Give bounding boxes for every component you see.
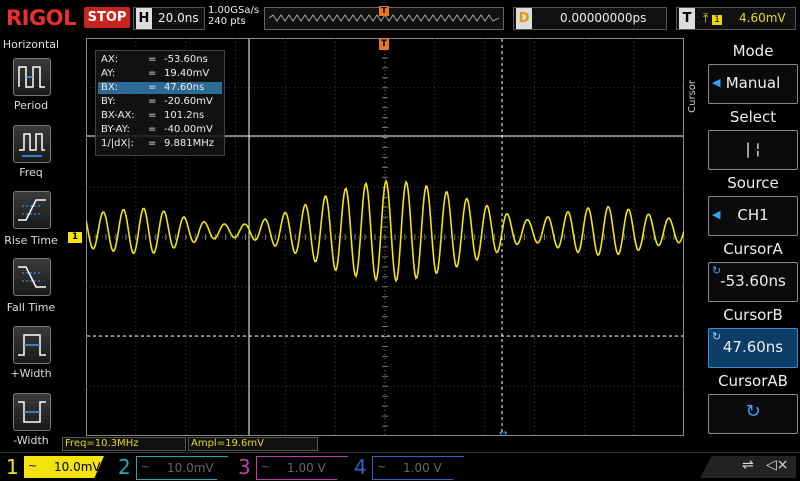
cursor-ab-knob[interactable]: ↻ — [708, 394, 798, 434]
ch2-scale: 10.0mV — [167, 461, 214, 475]
delay-key: D — [516, 8, 532, 29]
cursor-a-title: CursorA — [723, 240, 783, 258]
fall-time-label: Fall Time — [6, 301, 56, 314]
source-selector[interactable]: ◀ CH1 — [708, 196, 798, 236]
horizontal-timebase[interactable]: H 20.0ns — [133, 7, 205, 30]
cursor-b-knob[interactable]: ↻ 47.60ns — [708, 328, 798, 368]
ampl-measurement[interactable]: Ampl=19.6mV — [188, 437, 318, 451]
memory-depth: 240 pts — [208, 16, 246, 27]
rise-time-label: Rise Time — [4, 234, 58, 247]
ch4-setting[interactable]: ~ 1.00 V — [372, 456, 464, 480]
ch3-number[interactable]: 3 — [238, 455, 251, 479]
status-icon-tray: ⇌ ◁× — [700, 456, 796, 478]
usb-icon: ⇌ — [742, 457, 754, 473]
channel-status-bar: 1 ~ 10.0mV 2 ~ 10.0mV 3 ~ 1.00 V 4 ~ 1.0… — [0, 452, 800, 481]
delay-value: 0.00000000ps — [560, 11, 647, 25]
run-stop-indicator[interactable]: STOP — [84, 7, 130, 28]
fall-time-icon — [18, 266, 46, 288]
select-value: | ¦ — [745, 140, 761, 158]
rise-time-button[interactable] — [13, 191, 51, 229]
menu-vertical-label: Cursor — [687, 80, 698, 113]
cursor-b-value: 47.60ns — [722, 338, 784, 356]
cursor-menu: Cursor Mode ◀ Manual Select | ¦ Source ◀… — [686, 38, 800, 452]
ch2-number[interactable]: 2 — [118, 455, 131, 479]
edge-trigger-icon: ⤒ 1 — [703, 11, 722, 25]
freq-button[interactable] — [13, 125, 51, 163]
period-measure-icon — [18, 66, 45, 88]
left-menu-title: Horizontal — [2, 38, 60, 51]
pos-width-label: +Width — [10, 367, 52, 380]
timebase-value: 20.0ns — [158, 11, 199, 25]
source-title: Source — [727, 174, 779, 192]
trigger-key: T — [679, 8, 695, 29]
mode-selector[interactable]: ◀ Manual — [708, 64, 798, 104]
cursor-readout-panel: AX: = -53.60ns AY: = 19.40mV BX: = 47.60ns BY:… — [95, 50, 225, 156]
brand-logo: RIGOL — [6, 6, 76, 30]
ch4-scale: 1.00 V — [403, 461, 442, 475]
freq-label: Freq — [19, 166, 43, 179]
select-title: Select — [729, 108, 777, 126]
ch1-setting[interactable]: ~ 10.0mV — [24, 456, 104, 478]
ch2-setting[interactable]: ~ 10.0mV — [136, 456, 228, 480]
source-value: CH1 — [737, 206, 769, 224]
select-selector[interactable]: | ¦ — [708, 130, 798, 170]
neg-width-icon — [18, 401, 46, 423]
period-button[interactable] — [13, 58, 51, 96]
trigger-settings[interactable]: T ⤒ 1 4.60mV — [676, 7, 796, 30]
acquisition-info: 1.00GSa/s 240 pts — [208, 5, 259, 27]
cursor-b-title: CursorB — [723, 306, 783, 324]
period-label: Period — [13, 99, 49, 112]
cursor-a-value: -53.60ns — [720, 272, 786, 290]
fall-time-button[interactable] — [13, 258, 51, 296]
neg-width-button[interactable] — [13, 393, 51, 431]
left-measure-menu: Horizontal Period Freq Rise Time Fall Ti… — [0, 38, 62, 450]
top-status-bar: RIGOL STOP H 20.0ns 1.00GSa/s 240 pts T … — [0, 0, 800, 38]
pos-width-button[interactable] — [13, 326, 51, 364]
neg-width-label: -Width — [13, 434, 49, 447]
ch3-setting[interactable]: ~ 1.00 V — [256, 456, 348, 480]
ch1-number[interactable]: 1 — [6, 455, 19, 479]
cursor-b-handle-icon[interactable]: ↔ — [499, 428, 507, 439]
mode-title: Mode — [732, 42, 774, 60]
rise-time-icon — [18, 199, 46, 221]
trigger-channel: 1 — [712, 15, 722, 25]
ch1-scale: 10.0mV — [54, 460, 101, 474]
freq-measurement[interactable]: Freq=10.3MHz — [62, 437, 186, 451]
readout-row: AY: = 19.40mV — [101, 68, 210, 79]
knob-icon: ↻ — [745, 401, 761, 422]
ch1-offset-marker[interactable]: 1 — [68, 232, 82, 243]
pos-width-icon — [18, 334, 46, 356]
ch4-number[interactable]: 4 — [354, 455, 367, 479]
readout-row-selected: BX: = 47.60ns — [98, 82, 222, 94]
horizontal-delay[interactable]: D 0.00000000ps — [513, 7, 667, 30]
readout-row: BX-AX: = 101.2ns — [101, 110, 205, 121]
memory-overview-bar: T — [264, 6, 504, 30]
memory-trigger-marker: T — [379, 6, 389, 16]
readout-row: AX: = -53.60ns — [101, 54, 208, 65]
freq-measure-icon — [19, 133, 45, 157]
readout-row: 1/|dX|: = 9.881MHz — [101, 138, 215, 149]
trigger-level: 4.60mV — [739, 11, 786, 25]
speaker-mute-icon[interactable]: ◁× — [766, 457, 789, 473]
readout-row: BY: = -20.60mV — [101, 96, 213, 107]
trigger-position-marker[interactable]: T — [379, 38, 389, 50]
sample-rate: 1.00GSa/s — [208, 5, 260, 16]
horizontal-key: H — [136, 8, 152, 29]
mode-value: Manual — [725, 74, 781, 92]
ch3-scale: 1.00 V — [287, 461, 326, 475]
cursor-a-knob[interactable]: ↻ -53.60ns — [708, 262, 798, 302]
cursor-ab-title: CursorAB — [718, 372, 788, 390]
readout-row: BY-AY: = -40.00mV — [101, 124, 213, 135]
